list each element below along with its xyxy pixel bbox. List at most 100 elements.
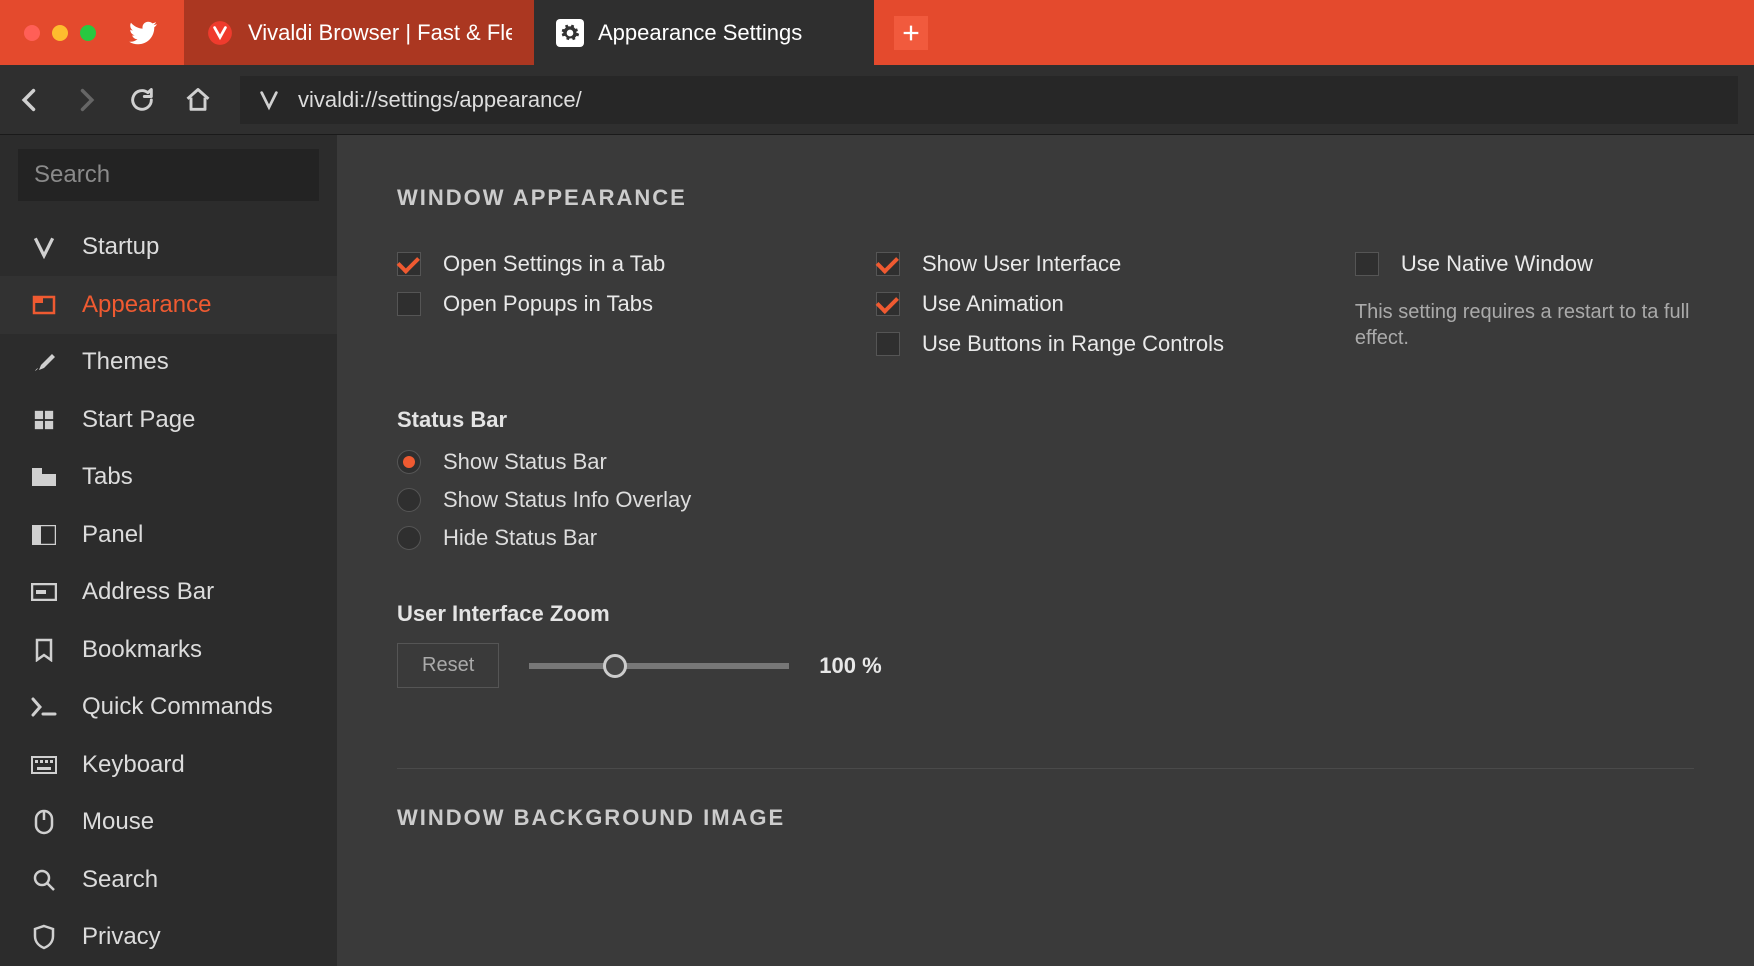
sidebar-item-keyboard[interactable]: Keyboard — [0, 736, 337, 794]
sidebar-item-label: Privacy — [82, 923, 161, 951]
sidebar-item-label: Search — [82, 866, 158, 894]
search-placeholder: Search — [34, 161, 110, 189]
address-icon — [30, 578, 58, 606]
forward-button[interactable] — [72, 86, 100, 114]
zoom-reset-button[interactable]: Reset — [397, 643, 499, 688]
checkbox-grid: Open Settings in a Tab Open Popups in Ta… — [397, 251, 1694, 357]
radio-label: Show Status Info Overlay — [443, 487, 691, 513]
sidebar-item-panel[interactable]: Panel — [0, 506, 337, 564]
gear-icon — [556, 19, 584, 47]
sidebar-item-search[interactable]: Search — [0, 851, 337, 909]
toolbar: vivaldi://settings/appearance/ — [0, 65, 1754, 135]
checkbox-label: Use Animation — [922, 291, 1064, 317]
slider-thumb-icon[interactable] — [603, 654, 627, 678]
tab-twitter[interactable] — [120, 10, 166, 56]
settings-main: WINDOW APPEARANCE Open Settings in a Tab… — [337, 135, 1754, 966]
checkbox-icon — [1355, 252, 1379, 276]
radio-label: Show Status Bar — [443, 449, 607, 475]
radio-icon — [397, 526, 421, 550]
terminal-icon — [30, 693, 58, 721]
sidebar-item-label: Panel — [82, 521, 143, 549]
window-controls — [10, 25, 110, 41]
address-bar[interactable]: vivaldi://settings/appearance/ — [240, 76, 1738, 124]
checkbox-use-buttons-range[interactable]: Use Buttons in Range Controls — [876, 331, 1295, 357]
bookmark-icon — [30, 636, 58, 664]
home-button[interactable] — [184, 86, 212, 114]
radio-icon — [397, 450, 421, 474]
sidebar-item-label: Keyboard — [82, 751, 185, 779]
chevron-right-icon — [72, 86, 100, 114]
chevron-left-icon — [16, 86, 44, 114]
sidebar-item-label: Quick Commands — [82, 693, 273, 721]
status-bar-heading: Status Bar — [397, 407, 1694, 433]
sidebar-item-label: Themes — [82, 348, 169, 376]
zoom-slider[interactable] — [529, 663, 789, 669]
panel-icon — [30, 521, 58, 549]
sidebar-item-tabs[interactable]: Tabs — [0, 449, 337, 507]
minimize-window-button[interactable] — [52, 25, 68, 41]
checkbox-use-animation[interactable]: Use Animation — [876, 291, 1295, 317]
vivaldi-v-icon — [30, 233, 58, 261]
mouse-icon — [30, 808, 58, 836]
radio-hide-status-bar[interactable]: Hide Status Bar — [397, 525, 1694, 551]
sidebar-item-themes[interactable]: Themes — [0, 334, 337, 392]
restart-hint: This setting requires a restart to ta fu… — [1355, 299, 1694, 351]
sidebar-item-label: Mouse — [82, 808, 154, 836]
zoom-controls: Reset 100 % — [397, 643, 1694, 688]
vivaldi-icon — [206, 19, 234, 47]
radio-show-status-bar[interactable]: Show Status Bar — [397, 449, 1694, 475]
radio-icon — [397, 488, 421, 512]
checkbox-icon — [876, 252, 900, 276]
maximize-window-button[interactable] — [80, 25, 96, 41]
section-title-window-appearance: WINDOW APPEARANCE — [397, 185, 1694, 211]
sidebar-item-addressbar[interactable]: Address Bar — [0, 564, 337, 622]
sidebar-item-quickcommands[interactable]: Quick Commands — [0, 679, 337, 737]
sidebar-item-label: Bookmarks — [82, 636, 202, 664]
checkbox-label: Use Native Window — [1401, 251, 1593, 277]
radio-status-overlay[interactable]: Show Status Info Overlay — [397, 487, 1694, 513]
search-icon — [30, 866, 58, 894]
tabs-icon — [30, 463, 58, 491]
ui-zoom-heading: User Interface Zoom — [397, 601, 1694, 627]
checkbox-show-ui[interactable]: Show User Interface — [876, 251, 1295, 277]
checkbox-icon — [876, 332, 900, 356]
close-window-button[interactable] — [24, 25, 40, 41]
tab-label: Appearance Settings — [598, 20, 802, 46]
checkbox-label: Show User Interface — [922, 251, 1121, 277]
checkbox-icon — [397, 252, 421, 276]
address-url: vivaldi://settings/appearance/ — [298, 87, 582, 113]
sidebar-item-bookmarks[interactable]: Bookmarks — [0, 621, 337, 679]
zoom-value: 100 % — [819, 653, 881, 679]
sidebar-item-label: Appearance — [82, 291, 211, 319]
checkbox-label: Use Buttons in Range Controls — [922, 331, 1224, 357]
radio-label: Hide Status Bar — [443, 525, 597, 551]
checkbox-icon — [876, 292, 900, 316]
checkbox-open-settings-tab[interactable]: Open Settings in a Tab — [397, 251, 816, 277]
vivaldi-v-icon — [258, 89, 280, 111]
settings-sidebar: Search Startup Appearance Themes Start P… — [0, 135, 337, 966]
section-divider — [397, 768, 1694, 769]
sidebar-item-mouse[interactable]: Mouse — [0, 794, 337, 852]
window-icon — [30, 291, 58, 319]
new-tab-button[interactable] — [894, 16, 928, 50]
sidebar-item-startup[interactable]: Startup — [0, 219, 337, 277]
sidebar-item-label: Startup — [82, 233, 159, 261]
sidebar-item-startpage[interactable]: Start Page — [0, 391, 337, 449]
sidebar-item-label: Tabs — [82, 463, 133, 491]
sidebar-item-privacy[interactable]: Privacy — [0, 909, 337, 966]
checkbox-label: Open Settings in a Tab — [443, 251, 665, 277]
brush-icon — [30, 348, 58, 376]
reload-button[interactable] — [128, 86, 156, 114]
reload-icon — [128, 86, 156, 114]
section-title-bg-image: WINDOW BACKGROUND IMAGE — [397, 805, 1694, 831]
checkbox-native-window[interactable]: Use Native Window — [1355, 251, 1694, 277]
settings-search-input[interactable]: Search — [18, 149, 319, 201]
sidebar-item-label: Start Page — [82, 406, 195, 434]
tab-vivaldi[interactable]: Vivaldi Browser | Fast & Flexib — [184, 0, 534, 65]
tab-settings[interactable]: Appearance Settings — [534, 0, 874, 65]
checkbox-open-popups-tabs[interactable]: Open Popups in Tabs — [397, 291, 816, 317]
plus-icon — [900, 22, 922, 44]
shield-icon — [30, 923, 58, 951]
back-button[interactable] — [16, 86, 44, 114]
sidebar-item-appearance[interactable]: Appearance — [0, 276, 337, 334]
